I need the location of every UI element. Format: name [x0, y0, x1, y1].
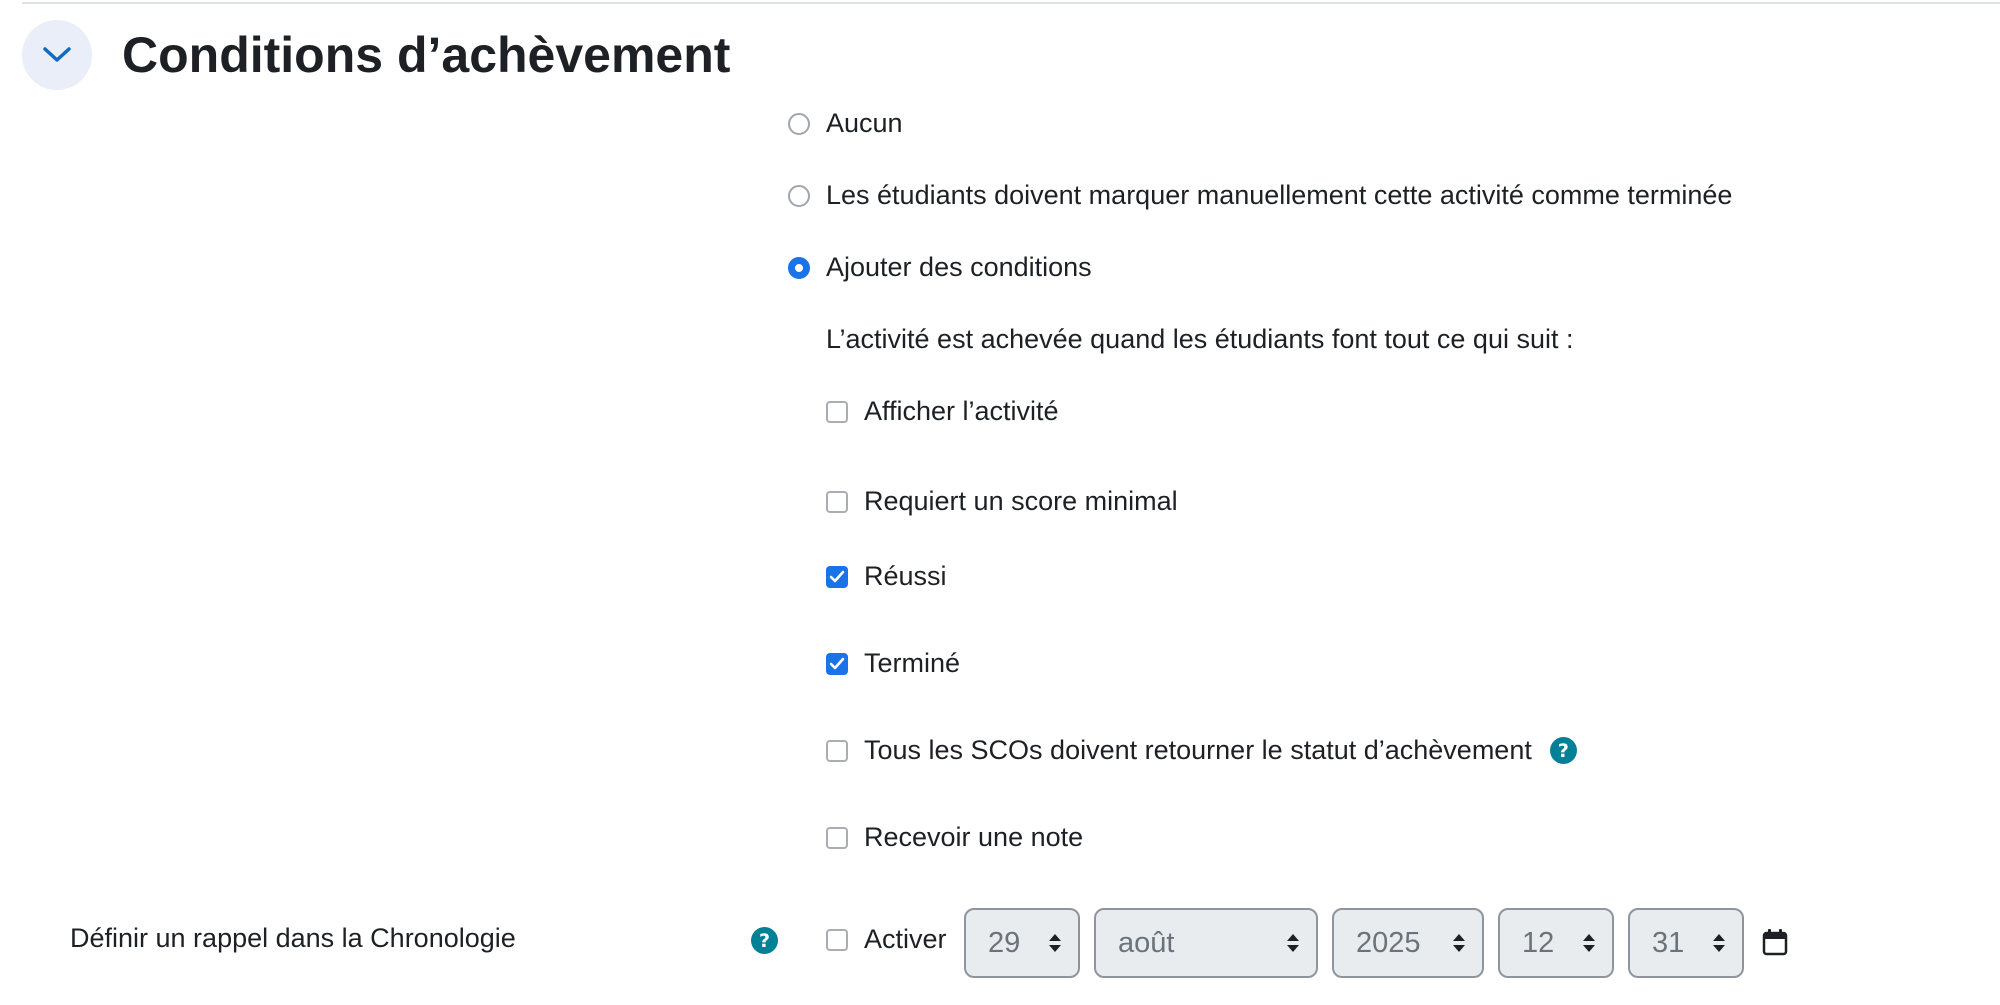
condition-min-score[interactable]: Requiert un score minimal	[826, 486, 1178, 517]
day-select[interactable]: 29	[964, 908, 1080, 978]
condition-all-scos[interactable]: Tous les SCOs doivent retourner le statu…	[826, 735, 1577, 766]
checkbox-label: Terminé	[864, 648, 961, 678]
reminder-label: Définir un rappel dans la Chronologie	[70, 923, 516, 953]
check-icon	[829, 657, 845, 669]
checkbox-label: Réussi	[864, 561, 947, 591]
radio-button[interactable]	[788, 184, 810, 207]
checkbox-checked[interactable]	[826, 565, 848, 588]
select-value: août	[1118, 926, 1175, 959]
checkbox-label: Requiert un score minimal	[864, 486, 1178, 516]
radio-option-aucun[interactable]: Aucun	[788, 108, 903, 139]
radio-label: Aucun	[826, 108, 903, 138]
sort-arrows-icon	[1453, 934, 1465, 952]
year-select[interactable]: 2025	[1332, 908, 1484, 978]
radio-label: Ajouter des conditions	[826, 252, 1092, 282]
radio-option-add-conditions[interactable]: Ajouter des conditions	[788, 252, 1092, 283]
help-icon[interactable]: ?	[751, 927, 778, 954]
sort-arrows-icon	[1287, 934, 1299, 952]
month-select[interactable]: août	[1094, 908, 1318, 978]
section-title: Conditions d’achèvement	[122, 27, 731, 83]
checkbox-label: Recevoir une note	[864, 822, 1084, 852]
radio-option-manual[interactable]: Les étudiants doivent marquer manuelleme…	[788, 180, 1732, 211]
condition-receive-grade[interactable]: Recevoir une note	[826, 822, 1083, 853]
checkbox[interactable]	[826, 826, 848, 849]
checkbox[interactable]	[826, 928, 848, 951]
check-icon	[829, 570, 845, 582]
minute-select[interactable]: 31	[1628, 908, 1744, 978]
select-value: 12	[1522, 926, 1555, 959]
help-icon[interactable]: ?	[1549, 737, 1577, 764]
checkbox-label: Afficher l’activité	[864, 396, 1059, 426]
sort-arrows-icon	[1713, 934, 1725, 952]
sort-arrows-icon	[1583, 934, 1595, 952]
sort-arrows-icon	[1049, 934, 1061, 952]
checkbox[interactable]	[826, 400, 848, 423]
calendar-icon[interactable]	[1762, 928, 1788, 956]
condition-passed[interactable]: Réussi	[826, 561, 947, 592]
radio-label: Les étudiants doivent marquer manuelleme…	[826, 180, 1733, 210]
select-value: 29	[988, 926, 1021, 959]
checkbox[interactable]	[826, 739, 848, 762]
section-divider	[22, 2, 2000, 4]
chevron-down-icon	[43, 47, 71, 62]
checkbox-label: Tous les SCOs doivent retourner le statu…	[864, 735, 1532, 765]
hour-select[interactable]: 12	[1498, 908, 1614, 978]
condition-view[interactable]: Afficher l’activité	[826, 396, 1059, 427]
conditions-intro: L’activité est achevée quand les étudian…	[826, 324, 1573, 355]
select-value: 31	[1652, 926, 1685, 959]
checkbox[interactable]	[826, 490, 848, 513]
checkbox-checked[interactable]	[826, 652, 848, 675]
select-value: 2025	[1356, 926, 1421, 959]
condition-completed[interactable]: Terminé	[826, 648, 960, 679]
conditions-intro-text: L’activité est achevée quand les étudian…	[826, 324, 1574, 354]
reminder-enable[interactable]: Activer	[826, 924, 947, 955]
radio-button[interactable]	[788, 112, 810, 135]
checkbox-label: Activer	[864, 924, 947, 954]
collapse-section-button[interactable]	[22, 20, 92, 90]
radio-button-checked[interactable]	[788, 256, 810, 279]
